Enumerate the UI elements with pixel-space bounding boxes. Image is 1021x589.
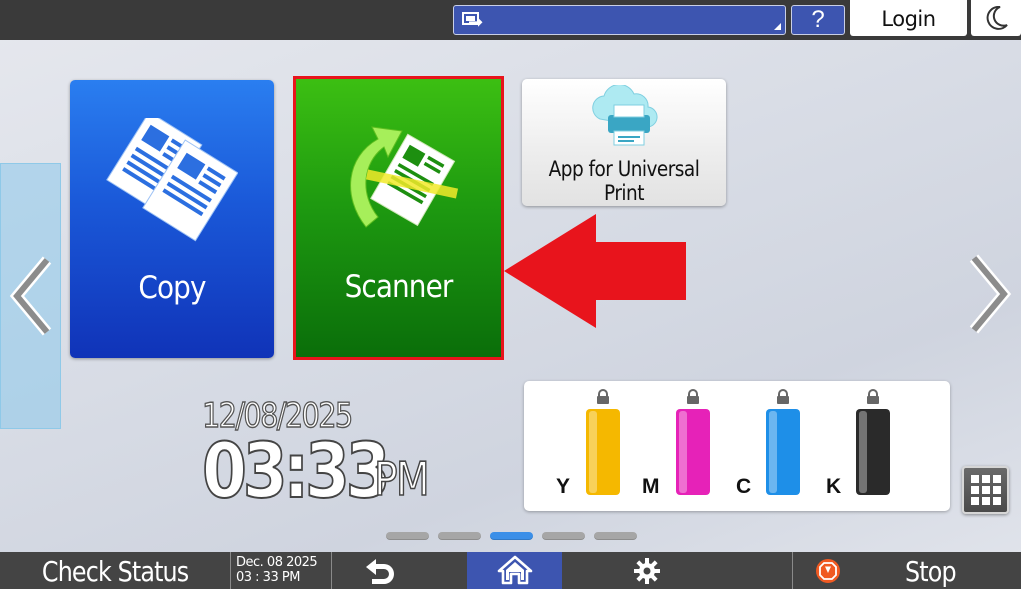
toner-bar-shine bbox=[769, 411, 777, 493]
stop-button[interactable]: Stop bbox=[792, 552, 1021, 589]
stop-icon bbox=[816, 559, 840, 583]
toner-bar-shine bbox=[589, 411, 597, 493]
page-dot[interactable] bbox=[490, 532, 533, 540]
universal-print-app-tile[interactable]: App for Universal Print bbox=[522, 79, 726, 206]
top-bar: ? Login bbox=[0, 0, 1021, 40]
red-pointer-arrow bbox=[504, 214, 688, 333]
status-time: 03 : 33 PM bbox=[236, 570, 300, 585]
stop-label: Stop bbox=[905, 555, 957, 588]
toner-c: C bbox=[736, 381, 824, 511]
help-button[interactable]: ? bbox=[791, 5, 845, 35]
page-indicator bbox=[386, 532, 638, 541]
bottom-bar: Check Status Dec. 08 2025 03 : 33 PM Sto… bbox=[0, 552, 1021, 589]
toner-m: M bbox=[642, 381, 734, 511]
home-screen: ? Login Copy Scanner App for Universal P… bbox=[0, 0, 1021, 589]
toner-letter: K bbox=[826, 475, 842, 498]
toner-level-panel[interactable]: YMCK bbox=[524, 381, 950, 511]
status-datetime: Dec. 08 2025 03 : 33 PM bbox=[230, 552, 332, 589]
lock-icon bbox=[597, 389, 609, 404]
clock-ampm: PM bbox=[373, 451, 430, 507]
check-status-button[interactable]: Check Status bbox=[0, 552, 230, 589]
clock-time: 03:33 bbox=[201, 425, 391, 516]
scanner-app-tile[interactable]: Scanner bbox=[293, 76, 504, 360]
input-source-icon bbox=[462, 12, 483, 27]
toner-y: Y bbox=[556, 381, 644, 511]
settings-button[interactable] bbox=[612, 552, 682, 589]
back-arrow-icon bbox=[366, 559, 394, 584]
toner-bar-shine bbox=[859, 411, 867, 493]
login-button[interactable]: Login bbox=[850, 0, 967, 36]
toner-bar-shine bbox=[679, 411, 687, 493]
input-source-selector[interactable] bbox=[453, 5, 786, 35]
chevron-right-icon bbox=[969, 254, 1012, 334]
page-dot[interactable] bbox=[542, 532, 585, 540]
page-dot[interactable] bbox=[594, 532, 637, 540]
toner-letter: C bbox=[736, 475, 752, 498]
toner-letter: Y bbox=[556, 475, 571, 498]
lock-icon bbox=[867, 389, 879, 404]
copy-app-tile[interactable]: Copy bbox=[70, 80, 274, 358]
home-button[interactable] bbox=[467, 552, 562, 589]
moon-icon bbox=[986, 6, 1008, 30]
status-date: Dec. 08 2025 bbox=[236, 555, 318, 570]
scanner-tile-label: Scanner bbox=[344, 269, 454, 305]
next-page-button[interactable] bbox=[968, 254, 1012, 339]
check-status-label: Check Status bbox=[41, 555, 189, 588]
page-dot[interactable] bbox=[438, 532, 481, 540]
lock-icon bbox=[777, 389, 789, 404]
lock-icon bbox=[687, 389, 699, 404]
universal-print-tile-label: App for Universal Print bbox=[548, 157, 700, 205]
app-list-button[interactable] bbox=[962, 466, 1009, 514]
scanner-document-icon bbox=[350, 126, 458, 228]
page-dot[interactable] bbox=[386, 532, 429, 540]
back-button[interactable] bbox=[345, 552, 415, 589]
grid-icon bbox=[971, 475, 1001, 505]
toner-letter: M bbox=[642, 475, 660, 498]
cloud-printer-icon bbox=[592, 85, 658, 146]
copy-tile-label: Copy bbox=[138, 270, 206, 306]
copy-documents-icon bbox=[106, 118, 238, 242]
night-mode-button[interactable] bbox=[971, 0, 1021, 36]
previous-page-button[interactable] bbox=[0, 163, 61, 429]
dropdown-corner-icon bbox=[774, 23, 781, 30]
toner-k: K bbox=[826, 381, 914, 511]
home-icon bbox=[497, 555, 533, 585]
gear-icon bbox=[634, 558, 660, 584]
chevron-left-icon bbox=[9, 256, 52, 336]
